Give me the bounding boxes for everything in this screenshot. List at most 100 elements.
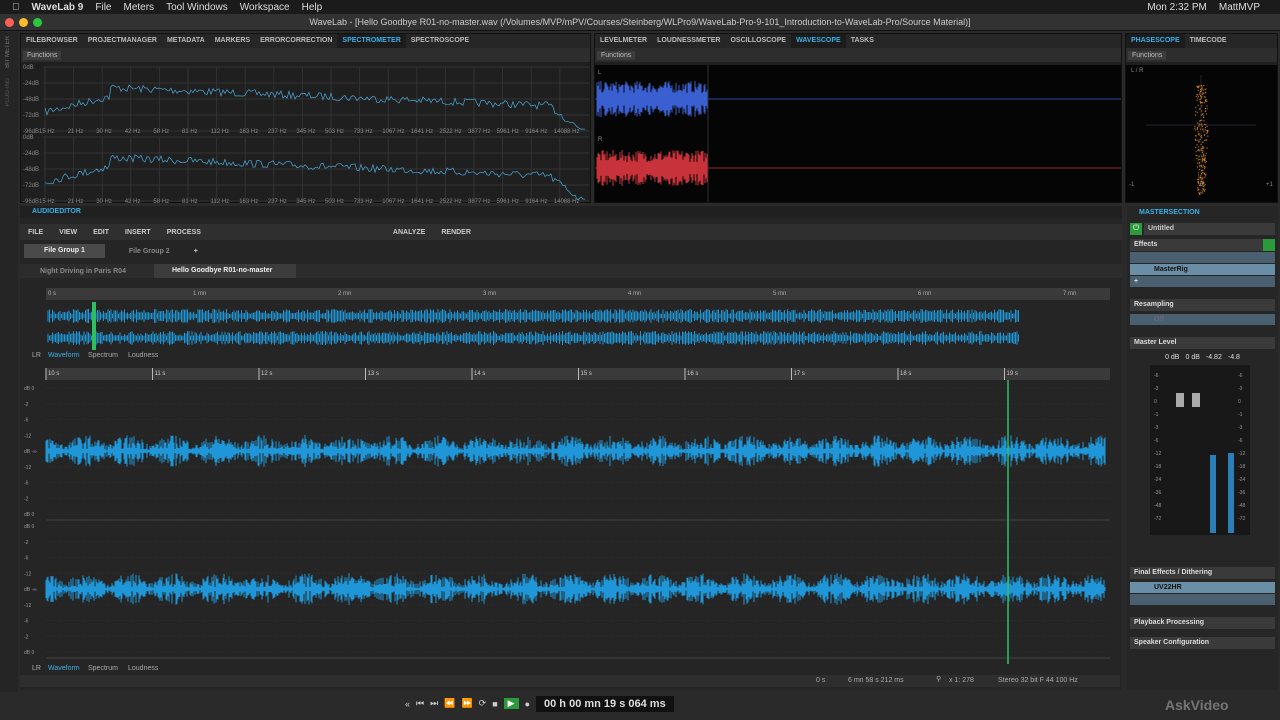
level-readout: 0 dB [1185, 354, 1200, 361]
meter-scale-label: -6 [1154, 373, 1159, 379]
view-tab-spectrum[interactable]: Spectrum [88, 352, 118, 359]
tab-markers[interactable]: Markers [210, 34, 255, 48]
tab-timecode[interactable]: Timecode [1185, 34, 1232, 48]
menu-tool-windows[interactable]: Tool Windows [166, 2, 228, 13]
time-display[interactable]: 00 h 00 mn 19 s 064 ms [536, 695, 674, 712]
effect-slot-masterrig[interactable]: MasterRig [1130, 264, 1275, 275]
phase-dot [1203, 134, 1205, 136]
tab-metadata[interactable]: Metadata [162, 34, 210, 48]
prev-marker-icon[interactable]: ⏮ [416, 698, 424, 709]
tab-filebrowser[interactable]: Filebrowser [21, 34, 83, 48]
minimize-button[interactable] [19, 18, 28, 27]
record-icon[interactable]: ● [525, 699, 530, 709]
menu-meters[interactable]: Meters [124, 2, 155, 13]
file-tab-hello-goodbye[interactable]: Hello Goodbye R01-no-master [145, 264, 297, 278]
ruler-label: 19 s [1007, 371, 1018, 377]
overview-tick-label: 7 mn [1063, 291, 1076, 297]
preset-name[interactable]: Untitled [1144, 223, 1275, 235]
db-scale-label: -6 [24, 619, 29, 625]
phase-dot [1199, 177, 1201, 179]
zoom-button[interactable] [33, 18, 42, 27]
zoom-icon[interactable]: ⚲ [936, 675, 941, 683]
add-group-button[interactable]: + [194, 248, 198, 255]
phase-dot [1202, 159, 1204, 161]
effects-bypass-button[interactable] [1263, 239, 1275, 251]
phase-dot [1201, 137, 1203, 139]
editor-menu-file[interactable]: File [20, 229, 51, 236]
dither-slot-empty[interactable] [1130, 594, 1275, 605]
tab-errorcorrection[interactable]: Errorcorrection [255, 34, 337, 48]
status-format[interactable]: Stereo 32 bit F 44 100 Hz [998, 677, 1078, 684]
functions-button[interactable]: Functions [1128, 50, 1167, 60]
editor-menu-analyze[interactable]: Analyze [385, 229, 433, 236]
view-tab-spectrum[interactable]: Spectrum [88, 665, 118, 672]
power-button[interactable]: ⏻ [1130, 223, 1142, 235]
add-effect-button[interactable]: + [1130, 276, 1275, 287]
hz-label: 733 Hz [354, 199, 373, 203]
hz-label: 9164 Hz [525, 129, 547, 135]
dither-slot-uv22hr[interactable]: UV22HR [1130, 582, 1275, 593]
spectrum-display: 0dB-24dB-48dB-72dB-96dB 15 Hz 21 Hz 30 Hz 42… [23, 65, 589, 203]
tab-projectmanager[interactable]: Projectmanager [83, 34, 162, 48]
apple-icon[interactable]:  [12, 2, 20, 13]
editor-menu-render[interactable]: Render [433, 229, 479, 236]
functions-button[interactable]: Functions [23, 50, 62, 60]
editor-menu-process[interactable]: Process [159, 229, 209, 236]
hz-label: 237 Hz [268, 129, 287, 135]
tab-file-group-2[interactable]: File Group 2 [105, 248, 194, 255]
tab-phasescope[interactable]: Phasescope [1126, 34, 1185, 48]
tab-levelmeter[interactable]: Levelmeter [595, 34, 652, 48]
view-tab-loudness[interactable]: Loudness [128, 665, 159, 672]
menu-file[interactable]: File [95, 2, 111, 13]
master-level-meter[interactable]: -6 -6 -3 -3 0 0 -1 -1 -3 -3 -6 -6 -12 -12 -18 -18 -24 -24… [1130, 365, 1275, 555]
phase-dot [1198, 95, 1200, 97]
phase-dot [1204, 160, 1206, 162]
phase-dot [1202, 158, 1204, 160]
rewind-icon[interactable]: ⏪ [444, 698, 455, 709]
view-tab-waveform[interactable]: Waveform [48, 352, 80, 359]
phase-dot [1202, 129, 1204, 131]
tab-spectroscope[interactable]: Spectroscope [406, 34, 474, 48]
play-icon[interactable]: ▶ [503, 698, 519, 709]
phase-dot [1198, 169, 1200, 171]
left-wave [596, 81, 708, 117]
close-button[interactable] [5, 18, 14, 27]
rewind-start-icon[interactable]: « [405, 699, 410, 709]
speaker-configuration-header[interactable]: Speaker Configuration [1130, 637, 1275, 649]
status-zoom[interactable]: x 1: 278 [949, 677, 974, 684]
editor-menu-view[interactable]: View [51, 229, 85, 236]
tab-wavescope[interactable]: Wavescope [791, 34, 846, 48]
tab-loudnessmeter[interactable]: Loudnessmeter [652, 34, 725, 48]
editor-menu-insert[interactable]: Insert [117, 229, 159, 236]
overview-tick-label: 5 mn [773, 291, 786, 297]
phase-dot [1205, 130, 1207, 132]
functions-button[interactable]: Functions [597, 50, 636, 60]
view-tab-waveform[interactable]: Waveform [48, 665, 80, 672]
next-marker-icon[interactable]: ⏭ [430, 698, 438, 709]
lr-toggle[interactable]: LR [32, 665, 41, 672]
menu-help[interactable]: Help [302, 2, 323, 13]
menu-workspace[interactable]: Workspace [240, 2, 290, 13]
tab-spectrometer[interactable]: Spectrometer [337, 34, 406, 48]
user-name[interactable]: MattMVP [1219, 2, 1260, 13]
forward-icon[interactable]: ⏩ [461, 698, 472, 709]
resampling-slot[interactable]: Off [1130, 314, 1275, 325]
app-menu[interactable]: WaveLab 9 [32, 2, 84, 13]
wavescope-panel: Levelmeter Loudnessmeter Oscilloscope Waves… [594, 33, 1122, 203]
playback-processing-header[interactable]: Playback Processing [1130, 617, 1275, 629]
plugins-tab[interactable]: PLUG-INS [5, 78, 11, 106]
stop-icon[interactable]: ■ [492, 699, 497, 709]
loop-icon[interactable]: ⟳ [479, 698, 487, 709]
effect-slot-empty[interactable] [1130, 252, 1275, 263]
view-tab-loudness[interactable]: Loudness [128, 352, 159, 359]
tab-tasks[interactable]: Tasks [846, 34, 879, 48]
file-tab-night-driving[interactable]: Night Driving in Paris R04 [20, 268, 132, 275]
waveform-area[interactable]: 0 s 1 mn 2 mn 3 mn 4 mn 5 mn 6 mn 7 mn LR Wavefor… [20, 286, 1120, 690]
bit-meter-tab[interactable]: BIT METER [5, 36, 11, 68]
tab-oscilloscope[interactable]: Oscilloscope [725, 34, 791, 48]
phase-dot [1201, 110, 1203, 112]
editor-menu-edit[interactable]: Edit [85, 229, 117, 236]
meter-scale-label: -3 [1238, 386, 1243, 392]
tab-file-group-1[interactable]: File Group 1 [24, 244, 105, 258]
lr-toggle[interactable]: LR [32, 352, 41, 359]
